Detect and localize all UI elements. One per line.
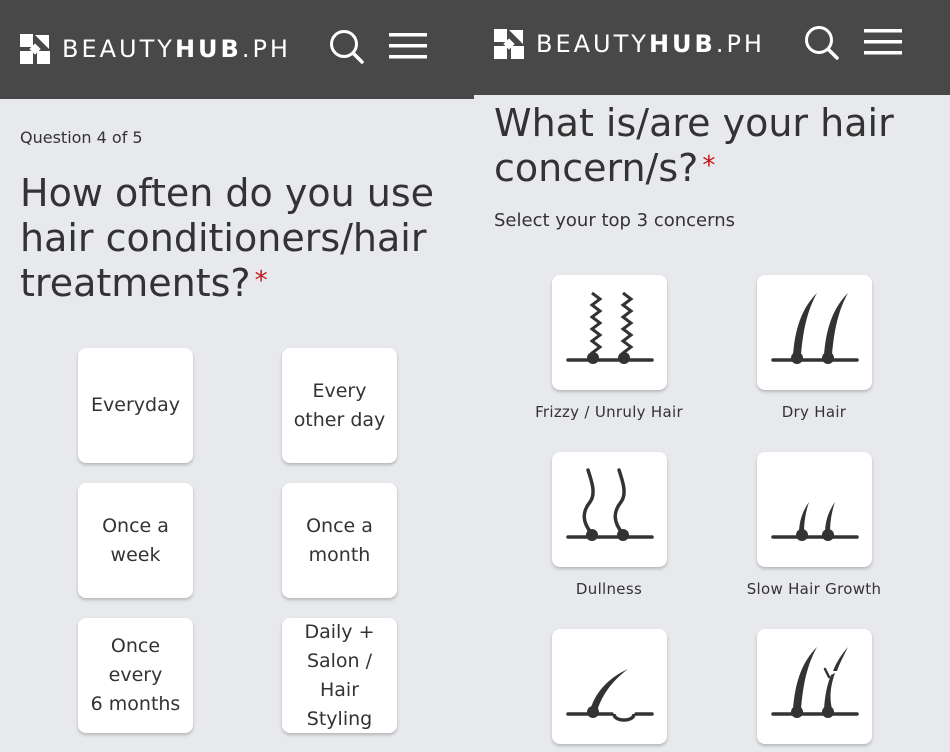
option-everyday[interactable]: Everyday (78, 348, 193, 463)
site-header: BEAUTYHUB.PH (474, 0, 950, 95)
hamburger-menu-icon[interactable] (864, 29, 902, 59)
concern-thinning-hair-tile[interactable] (552, 629, 667, 744)
logo-text: BEAUTYHUB.PH (62, 35, 291, 63)
concern-dry-hair-tile[interactable] (757, 275, 872, 390)
option-every-other-day[interactable]: Every other day (282, 348, 397, 463)
question-counter: Question 4 of 5 (20, 128, 143, 147)
left-screen: BEAUTYHUB.PH Question 4 of 5 How often d… (0, 0, 474, 752)
concern-slow-hair-growth-label: Slow Hair Growth (746, 580, 882, 598)
frizzy-hair-icon (566, 291, 654, 364)
question-subtitle: Select your top 3 concerns (494, 210, 735, 231)
logo-mark-icon (494, 29, 524, 59)
option-once-a-week[interactable]: Once a week (78, 483, 193, 598)
logo-mark-icon (20, 34, 50, 64)
site-logo[interactable]: BEAUTYHUB.PH (494, 29, 765, 59)
slow-growth-icon (771, 502, 859, 541)
concern-dullness-label: Dullness (575, 580, 643, 598)
concern-dullness-tile[interactable] (552, 452, 667, 567)
option-once-every-6-months[interactable]: Once every 6 months (78, 618, 193, 733)
question-title: What is/are your hair concern/s? * (494, 101, 894, 190)
split-ends-icon (771, 647, 859, 718)
concern-frizzy-hair-tile[interactable] (552, 275, 667, 390)
concern-slow-hair-growth-tile[interactable] (757, 452, 872, 567)
dry-hair-icon (771, 293, 859, 364)
site-logo[interactable]: BEAUTYHUB.PH (20, 34, 291, 64)
right-screen: BEAUTYHUB.PH What is/are your hair conce… (474, 0, 950, 752)
search-icon[interactable] (329, 29, 365, 69)
thinning-hair-icon (566, 669, 654, 722)
required-marker: * (254, 266, 268, 296)
logo-text: BEAUTYHUB.PH (536, 30, 765, 58)
concern-dry-hair-label: Dry Hair (781, 403, 847, 421)
site-header: BEAUTYHUB.PH (0, 0, 474, 99)
search-icon[interactable] (804, 25, 840, 65)
hamburger-menu-icon[interactable] (389, 33, 427, 63)
question-title: How often do you use hair conditioners/h… (20, 171, 434, 305)
dull-hair-icon (566, 468, 654, 541)
required-marker: * (702, 151, 716, 181)
concern-frizzy-hair-label: Frizzy / Unruly Hair (535, 403, 683, 421)
option-once-a-month[interactable]: Once a month (282, 483, 397, 598)
concern-split-ends-tile[interactable] (757, 629, 872, 744)
option-daily-salon-styling[interactable]: Daily + Salon / Hair Styling (282, 618, 397, 733)
